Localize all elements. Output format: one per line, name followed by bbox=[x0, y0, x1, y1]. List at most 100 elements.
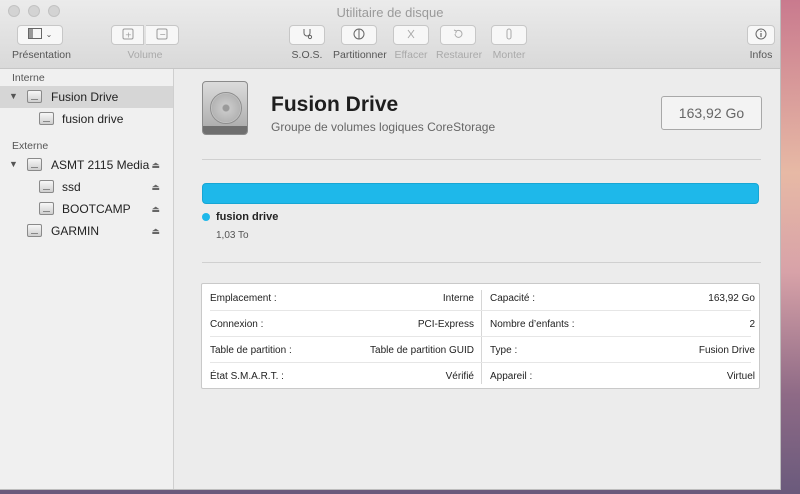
sidebar-item-fusion-drive[interactable]: ▼ Fusion Drive bbox=[0, 86, 173, 108]
info-row: Connexion : PCI-Express Nombre d’enfants… bbox=[202, 310, 759, 336]
sidebar-item-label: BOOTCAMP bbox=[62, 202, 131, 216]
toolbar-partition[interactable]: Partitionner bbox=[333, 25, 387, 61]
sidebar: Interne ▼ Fusion Drive fusion drive Exte… bbox=[0, 69, 174, 489]
legend-volume-name: fusion drive bbox=[216, 211, 279, 223]
title-bar: Utilitaire de disque ⌄ Présentation + − … bbox=[0, 0, 780, 69]
erase-icon bbox=[405, 28, 417, 43]
sidebar-item-ssd[interactable]: ssd ⏏ bbox=[0, 176, 173, 198]
eject-icon[interactable]: ⏏ bbox=[151, 226, 160, 237]
mount-button[interactable] bbox=[491, 25, 527, 45]
sidebar-item-label: GARMIN bbox=[51, 224, 99, 238]
toolbar-presentation[interactable]: ⌄ Présentation bbox=[12, 25, 71, 61]
toolbar-presentation-label: Présentation bbox=[12, 49, 71, 61]
volume-size-badge: 163,92 Go bbox=[661, 96, 762, 130]
first-aid-button[interactable] bbox=[289, 25, 325, 45]
erase-button[interactable] bbox=[393, 25, 429, 45]
stethoscope-icon bbox=[301, 28, 313, 43]
disk-utility-window: Utilitaire de disque ⌄ Présentation + − … bbox=[0, 0, 781, 490]
toolbar-erase-label: Effacer bbox=[394, 49, 428, 61]
partition-map-value: Table de partition GUID bbox=[370, 345, 474, 356]
sidebar-item-label: ssd bbox=[62, 180, 81, 194]
smart-status-label: État S.M.A.R.T. : bbox=[210, 371, 284, 382]
disk-icon bbox=[27, 224, 42, 237]
disk-icon bbox=[27, 158, 42, 171]
type-label: Type : bbox=[490, 345, 518, 356]
toolbar-volume: + − Volume bbox=[110, 25, 180, 61]
eject-icon[interactable]: ⏏ bbox=[151, 204, 160, 215]
connection-label: Connexion : bbox=[210, 319, 264, 330]
info-row: Table de partition : Table de partition … bbox=[202, 336, 759, 362]
volume-icon bbox=[39, 112, 54, 125]
toolbar-mount[interactable]: Monter bbox=[491, 25, 527, 61]
info-icon bbox=[755, 28, 767, 43]
partition-icon bbox=[353, 28, 365, 43]
add-volume-button[interactable]: + bbox=[111, 25, 144, 45]
connection-value: PCI-Express bbox=[417, 319, 474, 330]
sidebar-icon bbox=[27, 28, 42, 42]
sidebar-item-asmt-media[interactable]: ▼ ASMT 2115 Media ⏏ bbox=[0, 154, 173, 176]
child-count-value: 2 bbox=[749, 319, 755, 330]
toolbar-partition-label: Partitionner bbox=[333, 49, 387, 61]
device-value: Virtuel bbox=[726, 371, 755, 382]
info-button[interactable] bbox=[747, 25, 775, 45]
sidebar-item-label: ASMT 2115 Media bbox=[51, 158, 150, 172]
child-count-label: Nombre d’enfants : bbox=[490, 319, 575, 330]
toolbar-mount-label: Monter bbox=[492, 49, 526, 61]
sidebar-item-label: fusion drive bbox=[62, 112, 124, 126]
toolbar-volume-label: Volume bbox=[127, 49, 163, 61]
divider bbox=[202, 262, 761, 263]
toolbar-info[interactable]: Infos bbox=[746, 25, 776, 61]
platter-icon bbox=[210, 92, 242, 124]
volume-title: Fusion Drive bbox=[271, 93, 399, 116]
restore-icon bbox=[452, 28, 464, 43]
sidebar-section-external: Externe bbox=[12, 140, 49, 152]
type-value: Fusion Drive bbox=[698, 345, 755, 356]
chevron-down-icon: ⌄ bbox=[45, 30, 53, 39]
info-row: Emplacement : Interne Capacité : 163,92 … bbox=[202, 284, 759, 310]
device-label: Appareil : bbox=[490, 371, 533, 382]
partition-button[interactable] bbox=[341, 25, 377, 45]
info-table: Emplacement : Interne Capacité : 163,92 … bbox=[201, 283, 760, 389]
remove-volume-icon: − bbox=[156, 28, 168, 43]
remove-volume-button[interactable]: − bbox=[146, 25, 179, 45]
usage-bar bbox=[202, 183, 759, 204]
toolbar-restore-label: Restaurer bbox=[436, 49, 483, 61]
legend-color-dot bbox=[202, 213, 210, 221]
drive-base bbox=[203, 126, 247, 134]
sidebar-item-fusion-drive-volume[interactable]: fusion drive bbox=[0, 108, 173, 130]
disk-icon bbox=[27, 90, 42, 103]
eject-icon[interactable]: ⏏ bbox=[151, 182, 160, 193]
eject-icon[interactable]: ⏏ bbox=[151, 160, 160, 171]
toolbar-restore[interactable]: Restaurer bbox=[436, 25, 483, 61]
sidebar-item-bootcamp[interactable]: BOOTCAMP ⏏ bbox=[0, 198, 173, 220]
toolbar-info-label: Infos bbox=[749, 49, 773, 61]
smart-status-value: Vérifié bbox=[445, 371, 474, 382]
svg-text:+: + bbox=[125, 30, 132, 39]
toolbar-erase[interactable]: Effacer bbox=[393, 25, 429, 61]
mount-icon bbox=[503, 28, 515, 43]
disclosure-open-icon[interactable]: ▼ bbox=[9, 91, 18, 101]
partition-map-label: Table de partition : bbox=[210, 345, 292, 356]
hard-drive-icon bbox=[202, 81, 248, 135]
add-volume-icon: + bbox=[122, 28, 134, 43]
presentation-button[interactable]: ⌄ bbox=[17, 25, 63, 45]
disclosure-open-icon[interactable]: ▼ bbox=[9, 159, 18, 169]
volume-icon bbox=[39, 180, 54, 193]
info-row: État S.M.A.R.T. : Vérifié Appareil : Vir… bbox=[202, 362, 759, 388]
capacity-label: Capacité : bbox=[490, 293, 536, 304]
volume-subtitle: Groupe de volumes logiques CoreStorage bbox=[271, 120, 496, 134]
legend-volume-size: 1,03 To bbox=[216, 230, 249, 241]
volume-icon bbox=[39, 202, 54, 215]
restore-button[interactable] bbox=[440, 25, 476, 45]
capacity-value: 163,92 Go bbox=[708, 293, 755, 304]
location-value: Interne bbox=[442, 293, 474, 304]
main-panel: Fusion Drive Groupe de volumes logiques … bbox=[174, 69, 780, 489]
location-label: Emplacement : bbox=[210, 293, 277, 304]
sidebar-item-label: Fusion Drive bbox=[51, 90, 119, 104]
divider bbox=[202, 159, 761, 160]
sidebar-item-garmin[interactable]: GARMIN ⏏ bbox=[0, 220, 173, 242]
toolbar-first-aid[interactable]: S.O.S. bbox=[287, 25, 327, 61]
svg-text:−: − bbox=[159, 30, 166, 39]
window-title: Utilitaire de disque bbox=[336, 5, 444, 20]
sidebar-section-internal: Interne bbox=[12, 72, 45, 84]
